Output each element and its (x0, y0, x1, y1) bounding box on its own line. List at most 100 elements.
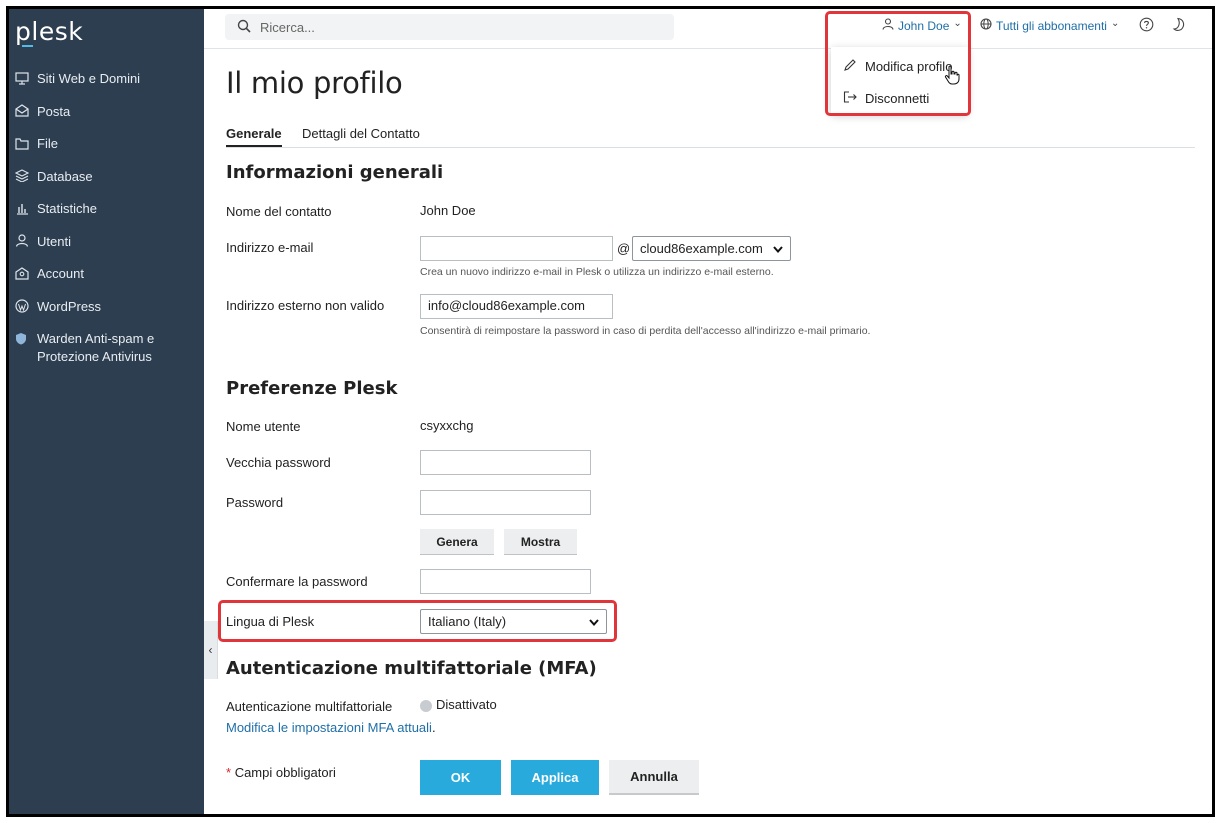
user-menu-button[interactable]: John Doe ⌄ (882, 18, 962, 33)
general-section-title: Informazioni generali (226, 162, 444, 183)
chevron-down-icon: ⌄ (953, 18, 962, 29)
preferences-section-title: Preferenze Plesk (226, 378, 398, 399)
sidebar-collapse-toggle[interactable]: ‹ (204, 621, 218, 679)
sidebar-item-users[interactable]: Utenti (9, 230, 204, 263)
search-icon (237, 19, 251, 36)
username-label: Nome utente (226, 419, 301, 434)
bar-chart-icon (15, 200, 37, 216)
email-field[interactable] (420, 236, 613, 261)
search-input[interactable]: Ricerca... (225, 14, 674, 40)
shield-icon (15, 330, 37, 346)
database-icon (15, 168, 37, 184)
generate-password-button[interactable]: Genera (420, 529, 494, 555)
mail-icon (15, 103, 37, 119)
required-star: * (226, 765, 232, 780)
sidebar-item-label: Statistiche (37, 201, 97, 216)
sidebar-item-label: Database (37, 168, 93, 184)
sidebar-item-database[interactable]: Database (9, 165, 204, 198)
sidebar-item-label: WordPress (37, 298, 102, 314)
dark-mode-icon[interactable] (1172, 17, 1186, 37)
contact-name-value: John Doe (420, 203, 476, 218)
page-title: Il mio profilo (226, 66, 403, 100)
mfa-toggle-indicator (420, 699, 432, 712)
sidebar-item-label: Warden Anti-spam e Protezione Antivirus (37, 331, 155, 364)
sidebar-item-warden[interactable]: Warden Anti-spam e Protezione Antivirus (9, 327, 204, 377)
external-email-label: Indirizzo esterno non valido (226, 298, 385, 313)
subscriptions-label: Tutti gli abbonamenti (996, 18, 1107, 33)
user-dropdown-menu: Modifica profilo Disconnetti (831, 47, 968, 114)
password-label: Password (226, 495, 284, 510)
pencil-icon (843, 58, 857, 75)
topbar: Ricerca... John Doe ⌄ Tutti gli abboname… (204, 9, 1212, 49)
external-email-hint: Consentirà di reimpostare la password in… (420, 325, 871, 337)
tab-bar: Generale Dettagli del Contatto (226, 126, 1195, 148)
sidebar-item-label: Siti Web e Domini (37, 71, 141, 86)
sidebar-item-statistics[interactable]: Statistiche (9, 197, 204, 230)
link-suffix: . (431, 720, 436, 735)
tab-general[interactable]: Generale (226, 126, 282, 147)
apply-button[interactable]: Applica (511, 760, 599, 795)
sidebar-nav: Siti Web e Domini Posta File Database St… (9, 67, 204, 377)
search-placeholder: Ricerca... (260, 19, 315, 35)
hand-cursor-icon (944, 65, 960, 90)
chevron-down-icon: ⌄ (1110, 18, 1120, 29)
old-password-label: Vecchia password (226, 455, 331, 470)
menu-item-label: Modifica profilo (865, 58, 953, 74)
sidebar-item-label: Utenti (37, 233, 71, 249)
screenshot-frame: plesk Siti Web e Domini Posta File Datab… (6, 6, 1215, 817)
email-hint: Crea un nuovo indirizzo e-mail in Plesk … (420, 266, 774, 278)
sidebar-item-label: Posta (37, 103, 71, 119)
subscriptions-menu-button[interactable]: Tutti gli abbonamenti ⌄ (980, 18, 1119, 33)
mfa-status: Disattivato (420, 697, 497, 712)
sidebar: plesk Siti Web e Domini Posta File Datab… (9, 9, 204, 814)
sidebar-item-label: Account (37, 266, 84, 281)
mfa-status-text: Disattivato (436, 697, 497, 712)
cancel-button[interactable]: Annulla (609, 760, 699, 795)
main-content: Il mio profilo Generale Dettagli del Con… (218, 49, 1212, 814)
at-sign: @ (617, 241, 631, 256)
mfa-settings-link-row: Modifica le impostazioni MFA attuali. (226, 720, 436, 735)
old-password-field[interactable] (420, 450, 591, 475)
email-label: Indirizzo e-mail (226, 240, 314, 255)
menu-item-label: Disconnetti (865, 90, 930, 106)
language-value: Italiano (Italy) (428, 614, 507, 629)
user-icon (882, 18, 894, 33)
email-domain-select[interactable]: cloud86example.com (632, 236, 791, 261)
password-field[interactable] (420, 490, 591, 515)
required-fields-note: * Campi obbligatori (226, 765, 336, 780)
confirm-password-label: Confermare la password (226, 574, 368, 589)
mfa-section-title: Autenticazione multifattoriale (MFA) (226, 658, 597, 679)
logout-icon (843, 90, 857, 107)
mfa-label: Autenticazione multifattoriale (226, 699, 393, 714)
logo-underline (22, 45, 33, 47)
user-name: John Doe (898, 18, 950, 33)
help-icon[interactable] (1139, 17, 1154, 37)
external-email-field[interactable]: info@cloud86example.com (420, 294, 613, 319)
sidebar-item-wordpress[interactable]: WordPress (9, 295, 204, 328)
account-icon (15, 265, 37, 281)
tab-contact-details[interactable]: Dettagli del Contatto (302, 126, 420, 145)
language-select[interactable]: Italiano (Italy) (420, 609, 607, 634)
sidebar-item-account[interactable]: Account (9, 262, 204, 295)
globe-icon (980, 18, 992, 33)
chevron-down-icon (773, 241, 783, 256)
confirm-password-field[interactable] (420, 569, 591, 594)
chevron-down-icon (589, 614, 599, 629)
wordpress-icon (15, 298, 37, 314)
language-label: Lingua di Plesk (226, 614, 315, 629)
required-text: Campi obbligatori (234, 765, 336, 780)
email-domain-value: cloud86example.com (640, 241, 763, 256)
show-password-button[interactable]: Mostra (504, 529, 577, 555)
folder-icon (15, 135, 37, 151)
sidebar-item-label: File (37, 136, 58, 151)
sidebar-item-mail[interactable]: Posta (9, 100, 204, 133)
plesk-logo[interactable]: plesk (15, 17, 83, 46)
sidebar-item-websites[interactable]: Siti Web e Domini (9, 67, 204, 100)
user-icon (15, 233, 37, 249)
contact-name-label: Nome del contatto (226, 204, 332, 219)
monitor-icon (15, 70, 37, 86)
mfa-settings-link[interactable]: Modifica le impostazioni MFA attuali (226, 720, 432, 735)
sidebar-item-files[interactable]: File (9, 132, 204, 165)
ok-button[interactable]: OK (420, 760, 501, 795)
username-value: csyxxchg (420, 418, 474, 433)
